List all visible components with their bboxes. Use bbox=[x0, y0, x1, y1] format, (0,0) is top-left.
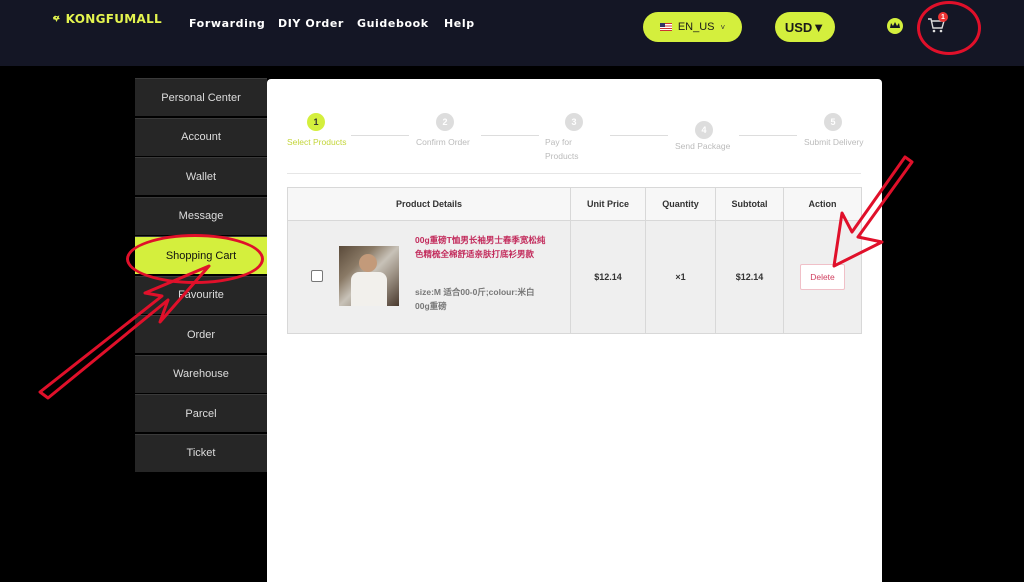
nav-diy-order[interactable]: DIY Order bbox=[278, 17, 357, 30]
subtotal-cell: $12.14 bbox=[715, 220, 784, 334]
step-number: 2 bbox=[436, 113, 454, 131]
nav-help[interactable]: Help bbox=[444, 17, 475, 30]
step-confirm-order: 2 Confirm Order bbox=[416, 113, 476, 149]
brand-name: KONGFUMALL bbox=[65, 12, 162, 26]
item-checkbox[interactable] bbox=[311, 270, 323, 282]
kongfu-mascot-icon bbox=[53, 15, 61, 23]
chevron-down-icon: ˅ bbox=[720, 22, 726, 32]
action-cell: Delete bbox=[783, 220, 862, 334]
header-subtotal: Subtotal bbox=[715, 187, 784, 221]
header-unit-price: Unit Price bbox=[570, 187, 646, 221]
step-connector bbox=[351, 135, 409, 136]
user-avatar-icon[interactable] bbox=[886, 17, 904, 35]
header-quantity: Quantity bbox=[645, 187, 716, 221]
currency-selector[interactable]: USD▼ bbox=[775, 12, 835, 42]
sidebar-item-ticket[interactable]: Ticket bbox=[135, 433, 267, 472]
step-number: 3 bbox=[565, 113, 583, 131]
step-submit-delivery: 5 Submit Delivery bbox=[804, 113, 864, 149]
step-label: Send Package bbox=[675, 141, 731, 151]
annotation-circle-cart bbox=[917, 1, 981, 55]
step-number: 1 bbox=[307, 113, 325, 131]
step-connector bbox=[481, 135, 539, 136]
step-pay-for-products: 3 Pay for Products bbox=[545, 113, 605, 163]
step-number: 4 bbox=[695, 121, 713, 139]
product-thumbnail[interactable] bbox=[339, 246, 399, 306]
divider bbox=[287, 173, 861, 174]
product-details-cell: 00g重磅T恤男长袖男士春季宽松纯色精梳全棉舒适亲肤打底衫男款 size:M 适… bbox=[287, 220, 571, 334]
top-navbar: KONGFUMALL Forwarding DIY Order Guideboo… bbox=[0, 0, 1024, 66]
sidebar-item-personal-center[interactable]: Personal Center bbox=[135, 78, 267, 116]
step-label: Submit Delivery bbox=[804, 137, 864, 147]
sidebar-item-order[interactable]: Order bbox=[135, 315, 267, 353]
cart-table: Product Details Unit Price Quantity Subt… bbox=[287, 187, 862, 334]
nav-forwarding[interactable]: Forwarding bbox=[189, 17, 278, 30]
sidebar-item-message[interactable]: Message bbox=[135, 196, 267, 235]
sidebar-item-account[interactable]: Account bbox=[135, 117, 267, 156]
step-connector bbox=[739, 135, 797, 136]
language-label: EN_US bbox=[677, 21, 715, 33]
unit-price-cell: $12.14 bbox=[570, 220, 646, 334]
sidebar-item-wallet[interactable]: Wallet bbox=[135, 157, 267, 195]
header-action: Action bbox=[783, 187, 862, 221]
brand-logo[interactable]: KONGFUMALL bbox=[52, 5, 162, 33]
header-product-details: Product Details bbox=[287, 187, 571, 221]
step-number: 5 bbox=[824, 113, 842, 131]
product-sku: size:M 适合00-0斤;colour:米白 00g重磅 bbox=[415, 287, 535, 311]
quantity-cell: ×1 bbox=[645, 220, 716, 334]
step-label: Pay for Products bbox=[545, 137, 579, 161]
checkout-steps: 1 Select Products 2 Confirm Order 3 Pay … bbox=[287, 113, 864, 163]
main-nav: Forwarding DIY Order Guidebook Help bbox=[189, 17, 475, 30]
table-row: 00g重磅T恤男长袖男士春季宽松纯色精梳全棉舒适亲肤打底衫男款 size:M 适… bbox=[287, 220, 862, 334]
language-selector[interactable]: EN_US ˅ bbox=[643, 12, 742, 42]
step-label: Select Products bbox=[287, 137, 347, 147]
nav-guidebook[interactable]: Guidebook bbox=[357, 17, 444, 30]
cart-panel: 1 Select Products 2 Confirm Order 3 Pay … bbox=[267, 79, 882, 582]
us-flag-icon bbox=[659, 23, 672, 31]
product-name-link[interactable]: 00g重磅T恤男长袖男士春季宽松纯色精梳全棉舒适亲肤打底衫男款 bbox=[415, 233, 550, 261]
step-send-package: 4 Send Package bbox=[675, 113, 745, 153]
delete-button[interactable]: Delete bbox=[800, 264, 845, 290]
annotation-circle-shopping-cart bbox=[126, 234, 264, 284]
step-label: Confirm Order bbox=[416, 137, 470, 147]
step-select-products: 1 Select Products bbox=[287, 113, 347, 149]
sidebar-item-parcel[interactable]: Parcel bbox=[135, 394, 267, 432]
step-connector bbox=[610, 135, 668, 136]
sidebar-item-warehouse[interactable]: Warehouse bbox=[135, 354, 267, 393]
